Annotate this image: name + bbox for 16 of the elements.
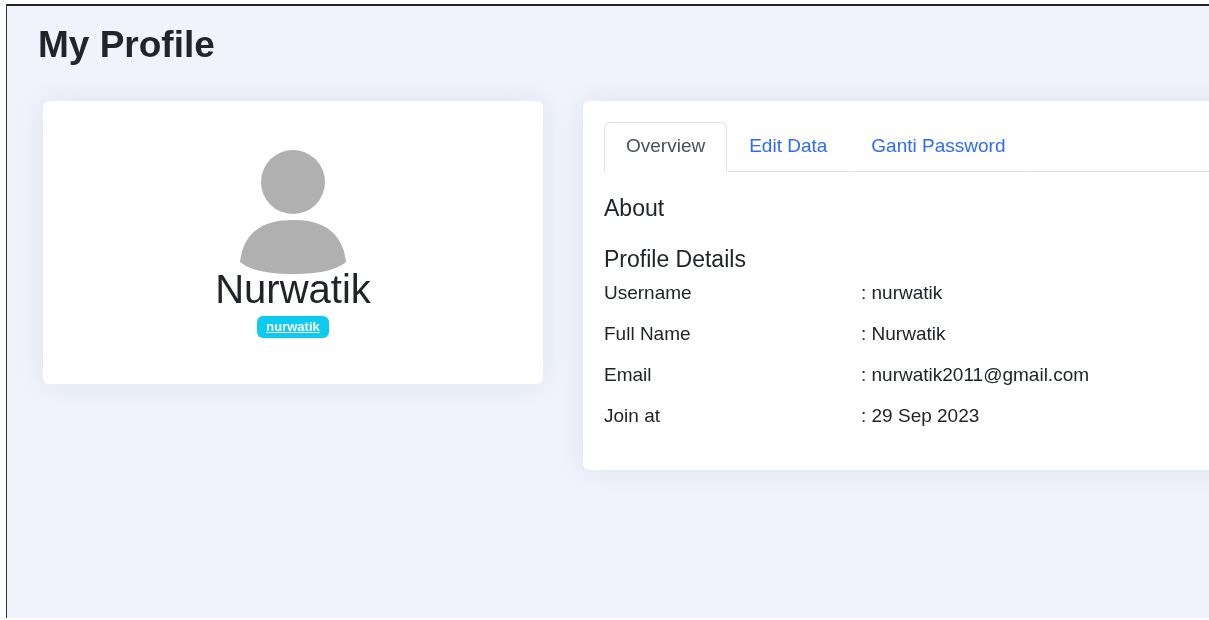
detail-value: : Nurwatik	[861, 323, 946, 345]
tab[interactable]: Ganti Password	[849, 122, 1028, 172]
detail-label: Join at	[604, 405, 661, 427]
detail-value: : 29 Sep 2023	[861, 405, 980, 427]
section-heading: Profile Details	[604, 245, 747, 273]
profile-name: Nurwatik	[215, 266, 371, 312]
detail-label: Email	[604, 364, 653, 386]
detail-label: Full Name	[604, 323, 692, 345]
tab[interactable]: Edit Data	[727, 122, 850, 172]
detail-label: Username	[604, 282, 693, 304]
detail-value: : nurwatik2011@gmail.com	[861, 364, 1090, 386]
avatar-icon	[240, 150, 346, 274]
detail-value: : nurwatik	[861, 282, 943, 304]
page-title: My Profile	[37, 23, 216, 67]
tab[interactable]: Overview	[604, 122, 728, 172]
section-heading: About	[604, 194, 666, 222]
